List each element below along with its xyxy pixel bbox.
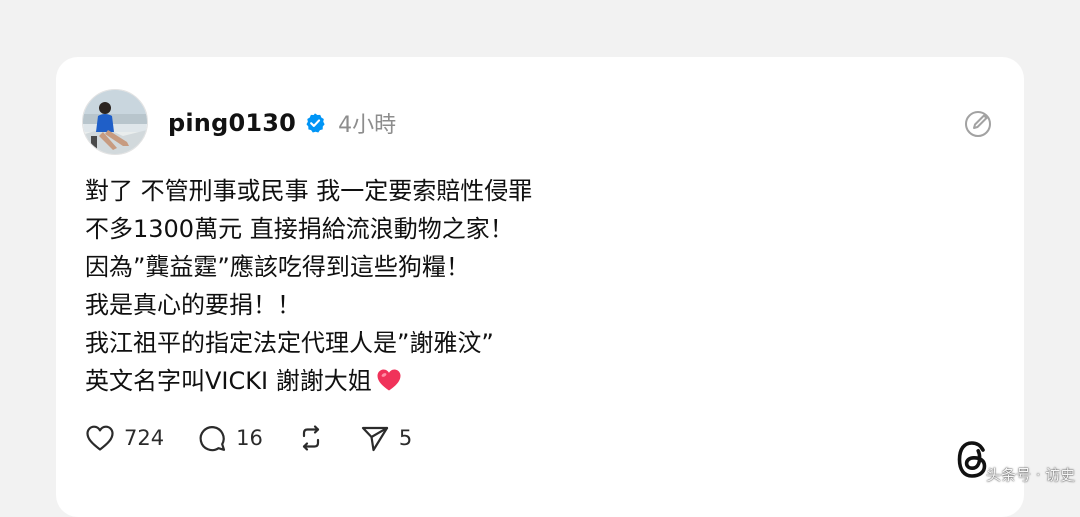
post-text-line-1: 對了 不管刑事或民事 我一定要索賠性侵罪 <box>85 177 533 205</box>
heart-emoji-icon <box>376 365 402 403</box>
post-text-line-4: 我是真心的要捐！！ <box>85 291 301 319</box>
heart-icon <box>86 425 114 451</box>
comment-icon <box>199 426 226 452</box>
post-text-line-3: 因為”龔益霆”應該吃得到這些狗糧！ <box>85 253 470 281</box>
username[interactable]: ping0130 <box>168 109 296 137</box>
verified-badge-icon <box>304 112 326 134</box>
repost-icon <box>302 425 319 451</box>
compose-icon[interactable] <box>962 108 994 140</box>
watermark: 头条号 · 访史 <box>986 466 1076 484</box>
post-text: 對了 不管刑事或民事 我一定要索賠性侵罪 不多1300萬元 直接捐給流浪動物之家… <box>85 172 945 403</box>
comment-count: 16 <box>236 426 263 450</box>
share-count: 5 <box>398 426 413 450</box>
post-header: ping0130 4小時 <box>168 106 396 140</box>
like-count: 724 <box>124 426 165 450</box>
post-text-line-6-text: 英文名字叫VICKI 謝謝大姐 <box>85 367 372 395</box>
like-button[interactable]: 724 <box>84 423 164 453</box>
share-button[interactable]: 5 <box>359 423 412 453</box>
post-timestamp: 4小時 <box>338 113 397 138</box>
post-text-line-5: 我江祖平的指定法定代理人是”謝雅汶” <box>85 329 494 357</box>
send-icon <box>361 426 388 452</box>
post-text-line-6: 英文名字叫VICKI 謝謝大姐 <box>85 362 945 403</box>
comment-button[interactable]: 16 <box>196 423 263 453</box>
post-text-line-2: 不多1300萬元 直接捐給流浪動物之家！ <box>85 215 514 243</box>
avatar[interactable] <box>82 89 148 155</box>
post-actions: 724 16 5 <box>84 420 444 456</box>
repost-button[interactable] <box>295 423 327 453</box>
